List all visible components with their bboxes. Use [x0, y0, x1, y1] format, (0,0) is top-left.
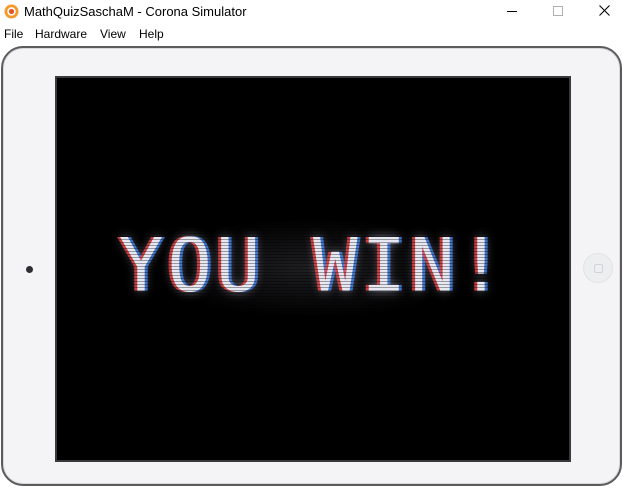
menu-help[interactable]: Help: [139, 26, 164, 42]
camera-dot-icon: [26, 266, 33, 273]
menu-file[interactable]: File: [4, 26, 23, 42]
menu-bar: File Hardware View Help: [0, 24, 627, 44]
home-button-icon: [594, 264, 603, 273]
win-message: YOU WIN!: [118, 223, 508, 309]
window-title: MathQuizSaschaM - Corona Simulator: [24, 4, 247, 19]
corona-simulator-icon: [4, 4, 19, 19]
menu-view[interactable]: View: [100, 26, 126, 42]
tablet-device-frame: YOU WIN!: [1, 46, 622, 486]
title-bar[interactable]: MathQuizSaschaM - Corona Simulator: [0, 0, 627, 24]
close-button[interactable]: [581, 0, 627, 24]
simulator-viewport: YOU WIN!: [0, 44, 627, 490]
simulator-window: MathQuizSaschaM - Corona Simulator File …: [0, 0, 627, 490]
close-icon: [598, 3, 610, 21]
home-button[interactable]: [583, 253, 613, 283]
minimize-button[interactable]: [489, 0, 535, 24]
menu-hardware[interactable]: Hardware: [35, 26, 87, 42]
maximize-icon: [553, 3, 563, 21]
maximize-button[interactable]: [535, 0, 581, 24]
device-screen[interactable]: YOU WIN!: [55, 76, 571, 462]
minimize-icon: [507, 3, 517, 21]
